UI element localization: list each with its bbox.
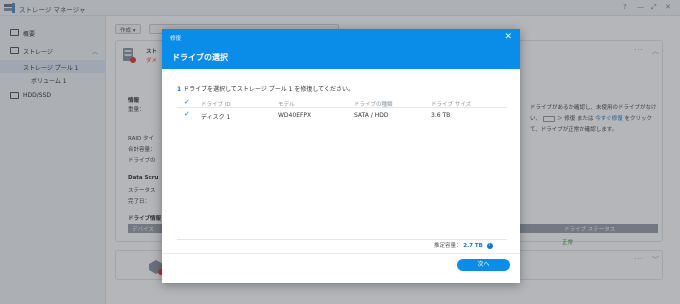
drive-id-cell: ディスク 1 <box>201 114 231 121</box>
table-row[interactable]: ✓ ディスク 1 WD40EFPX SATA / HDD 3.6 TB <box>177 110 507 121</box>
next-button[interactable]: 次へ <box>457 259 510 271</box>
dialog-title: ドライブの選択 <box>172 53 228 62</box>
column-header-drive-id[interactable]: ドライブ ID <box>201 100 231 108</box>
select-drive-dialog: 修復 ドライブの選択 ✕ 1 ドライブを選択してストレージ プール 1 を修復し… <box>162 29 520 283</box>
dialog-category: 修復 <box>170 36 182 42</box>
estimated-capacity: 推定容量： 2.7 TB i <box>434 241 493 249</box>
estimated-capacity-label: 推定容量： <box>434 243 462 249</box>
drive-type-cell: SATA / HDD <box>354 112 389 119</box>
dialog-footer-divider <box>162 253 520 254</box>
description-text: ドライブを選択してストレージ プール 1 を修復してください。 <box>181 86 354 93</box>
drive-size-cell: 3.6 TB <box>431 112 451 119</box>
close-icon[interactable]: ✕ <box>504 32 512 42</box>
column-header-model[interactable]: モデル <box>278 100 295 108</box>
row-checkbox[interactable]: ✓ <box>184 110 190 118</box>
model-cell: WD40EFPX <box>278 112 312 119</box>
drive-selection-table: ✓ ドライブ ID モデル ドライブの種類 ドライブ サイズ ✓ ディスク 1 … <box>177 98 507 240</box>
table-bottom-border <box>177 239 507 240</box>
table-header: ✓ ドライブ ID モデル ドライブの種類 ドライブ サイズ <box>177 98 507 108</box>
dialog-header: 修復 ドライブの選択 ✕ <box>162 29 520 69</box>
column-header-drive-type[interactable]: ドライブの種類 <box>354 100 393 108</box>
dialog-description: 1 ドライブを選択してストレージ プール 1 を修復してください。 <box>177 84 354 93</box>
estimated-capacity-value: 2.7 TB <box>463 243 483 249</box>
info-icon[interactable]: i <box>486 242 493 249</box>
column-header-drive-size[interactable]: ドライブ サイズ <box>431 100 471 108</box>
select-all-checkbox[interactable]: ✓ <box>184 98 190 106</box>
